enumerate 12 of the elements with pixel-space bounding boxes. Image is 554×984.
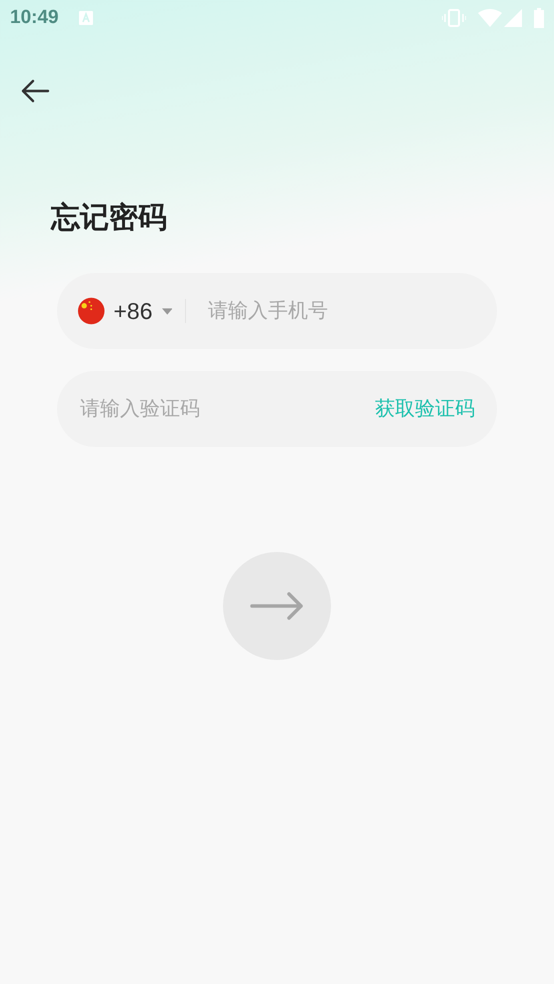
vibrate-icon: [442, 9, 466, 27]
status-time: 10:49: [10, 6, 59, 30]
signal-icon: [504, 9, 522, 27]
caret-icon[interactable]: [162, 308, 172, 314]
notification-icon: [78, 11, 93, 25]
battery-icon: [534, 8, 544, 28]
arrow-right-icon: [250, 591, 304, 621]
country-code[interactable]: +86: [114, 294, 153, 328]
page-title: 忘记密码: [51, 200, 168, 236]
phone-field[interactable]: +86 请输入手机号: [57, 273, 497, 349]
wifi-icon: [478, 8, 502, 28]
flag-icon: [78, 296, 104, 326]
